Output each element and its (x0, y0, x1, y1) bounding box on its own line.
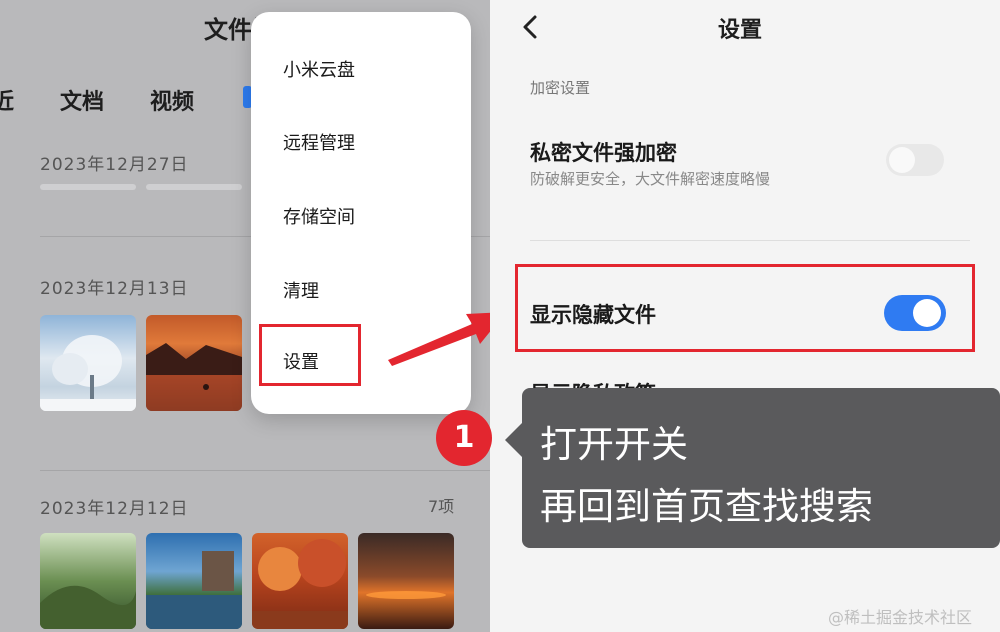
toggle-knob (889, 147, 915, 173)
snow-tree-photo (40, 335, 136, 411)
photo-thumbnail[interactable] (358, 533, 454, 629)
group-date: 2023年12月12日 (40, 499, 189, 519)
photo-thumbnail[interactable] (40, 533, 136, 629)
divider (530, 240, 970, 241)
photo-thumbnail[interactable] (40, 315, 136, 411)
sunset-sea-photo (366, 591, 446, 599)
callout-pointer (505, 422, 523, 458)
page-title: 设置 (718, 18, 763, 43)
autumn-trees-photo (252, 539, 348, 629)
photo-thumbnail[interactable] (146, 533, 242, 629)
instruction-line-2: 再回到首页查找搜索 (540, 485, 873, 528)
tab-documents[interactable]: 文档 (60, 84, 104, 116)
thumbnail-row-edge (146, 184, 242, 190)
divider (40, 470, 490, 471)
back-arrow-icon[interactable] (518, 14, 544, 40)
step-number-badge: 1 (436, 410, 492, 466)
tab-videos[interactable]: 视频 (150, 84, 194, 116)
private-file-encryption-description: 防破解更安全，大文件解密速度略慢 (530, 170, 771, 188)
menu-item-cleanup[interactable]: 清理 (283, 277, 319, 303)
forest-photo (40, 585, 136, 629)
menu-item-mi-cloud[interactable]: 小米云盘 (283, 56, 355, 82)
menu-item-remote-management[interactable]: 远程管理 (283, 129, 355, 155)
instruction-line-1: 打开开关 (540, 423, 688, 466)
settings-highlight-box (259, 324, 361, 386)
group-date: 2023年12月27日 (40, 155, 189, 175)
group-date: 2023年12月13日 (40, 279, 189, 299)
menu-item-storage[interactable]: 存储空间 (283, 203, 355, 229)
tab-recent[interactable]: 近 (0, 84, 14, 116)
watermark: @稀土掘金技术社区 (828, 608, 973, 627)
lake-house-photo (146, 551, 242, 629)
photo-thumbnail[interactable] (252, 533, 348, 629)
photo-thumbnail[interactable] (146, 315, 242, 411)
item-count: 7项 (428, 497, 455, 516)
show-hidden-files-highlight-box (515, 264, 975, 352)
section-label: 加密设置 (530, 79, 591, 97)
private-file-encryption-label: 私密文件强加密 (530, 141, 677, 165)
sunset-lake-photo (146, 343, 242, 411)
thumbnail-row-edge (40, 184, 136, 190)
